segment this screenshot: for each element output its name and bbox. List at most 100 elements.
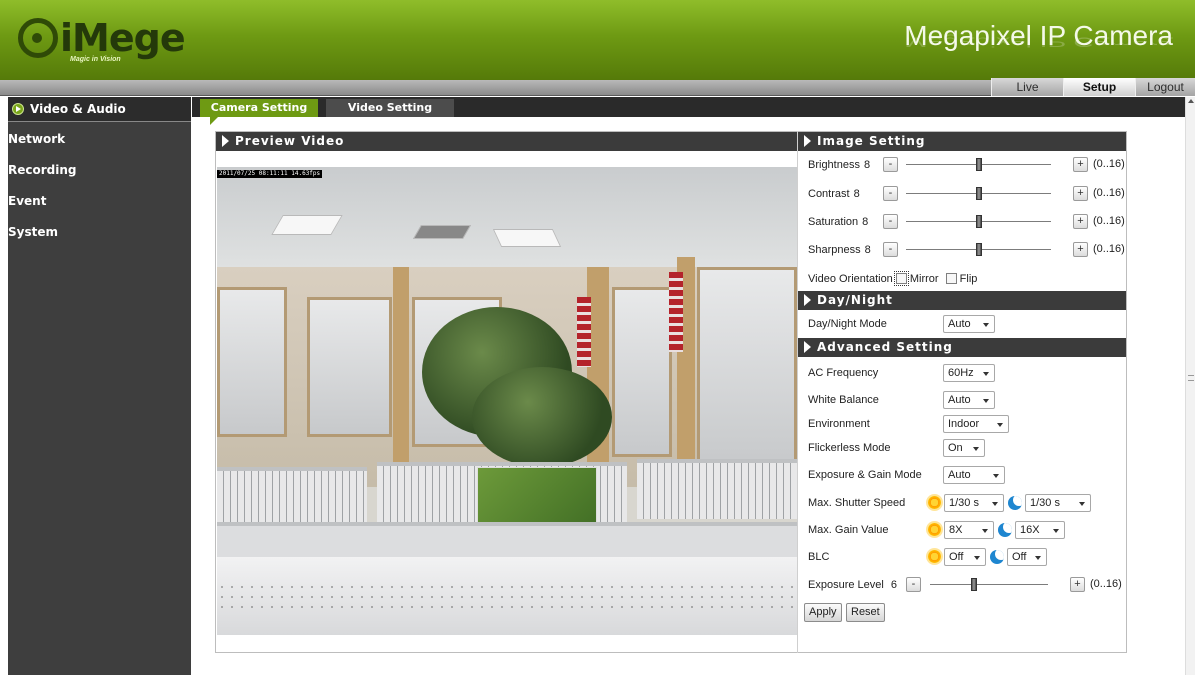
arrow-right-icon	[12, 103, 24, 115]
exposure-level-row: Exposure Level 6	[808, 576, 897, 594]
ac-frequency-select[interactable]: 60Hz	[943, 364, 995, 382]
video-ceiling-vent	[412, 225, 472, 239]
image-setting-header: Image Setting	[798, 132, 1126, 151]
video-lantern	[669, 272, 683, 352]
slider-plus-button[interactable]: +	[1073, 157, 1088, 172]
sidebar-item-network[interactable]: Network	[8, 126, 191, 157]
shutter-label: Max. Shutter Speed	[808, 497, 906, 509]
exposure-level-value: 6	[890, 579, 898, 591]
gain-night-select[interactable]: 16X	[1015, 521, 1065, 539]
vertical-scrollbar[interactable]	[1185, 97, 1195, 675]
slider-minus-button[interactable]: -	[883, 242, 898, 257]
slider-row-sharpness: Sharpness 8	[808, 241, 871, 259]
sidebar-item-recording[interactable]: Recording	[8, 157, 191, 188]
day-night-mode-select[interactable]: Auto	[943, 315, 995, 333]
flickerless-label: Flickerless Mode	[808, 442, 891, 454]
advanced-setting-header: Advanced Setting	[798, 338, 1126, 357]
flickerless-select[interactable]: On	[943, 439, 985, 457]
video-ceiling-light	[271, 215, 343, 235]
shutter-night-select[interactable]: 1/30 s	[1025, 494, 1091, 512]
shutter-day-select[interactable]: 1/30 s	[944, 494, 1004, 512]
brand-logo: iMege Magic in Vision	[18, 16, 186, 64]
slider-minus-button[interactable]: -	[883, 214, 898, 229]
video-desk	[217, 522, 797, 562]
video-partition-texture	[217, 582, 797, 612]
slider-thumb[interactable]	[975, 243, 982, 256]
video-window	[217, 287, 287, 437]
slider-range: (0..16)	[1093, 158, 1125, 170]
slider-row-brightness: Brightness 8	[808, 156, 870, 174]
exposure-slider-thumb[interactable]	[971, 578, 978, 591]
sidebar-item-label: System	[8, 225, 58, 239]
logo-text: iMege	[60, 16, 186, 60]
slider-plus-button[interactable]: +	[1073, 214, 1088, 229]
exposure-plus-button[interactable]: +	[1070, 577, 1085, 592]
nav-logout[interactable]: Logout	[1135, 78, 1195, 96]
moon-icon	[998, 523, 1012, 537]
arrow-right-icon	[222, 135, 229, 147]
product-title-reflection: Megapixel IP Camera	[904, 34, 1173, 51]
slider-row-contrast: Contrast 8	[808, 185, 860, 203]
reset-button[interactable]: Reset	[846, 603, 885, 622]
sidebar-item-label: Video & Audio	[30, 102, 126, 116]
video-window	[697, 267, 797, 467]
mirror-label: Mirror	[909, 273, 939, 285]
video-plant	[472, 367, 612, 467]
section-title: Day/Night	[817, 293, 893, 307]
preview-video-feed[interactable]: 2011/07/25 08:11:11 14.63fps	[217, 167, 797, 635]
sidebar-item-system[interactable]: System	[8, 219, 191, 250]
slider-minus-button[interactable]: -	[883, 186, 898, 201]
tab-video-setting[interactable]: Video Setting	[326, 99, 454, 117]
slider-label: Brightness	[808, 159, 860, 171]
flip-checkbox[interactable]	[945, 273, 957, 284]
ac-frequency-label: AC Frequency	[808, 367, 879, 379]
white-balance-select[interactable]: Auto	[943, 391, 995, 409]
slider-plus-button[interactable]: +	[1073, 242, 1088, 257]
nav-setup[interactable]: Setup	[1063, 78, 1135, 96]
video-timestamp: 2011/07/25 08:11:11 14.63fps	[217, 170, 323, 178]
video-lantern	[577, 297, 591, 367]
slider-thumb[interactable]	[975, 215, 982, 228]
scroll-grip[interactable]	[1188, 375, 1194, 381]
mirror-checkbox[interactable]	[893, 271, 909, 286]
slider-value: 8	[863, 159, 871, 171]
moon-icon	[1008, 496, 1022, 510]
slider-plus-button[interactable]: +	[1073, 186, 1088, 201]
blc-night-select[interactable]: Off	[1007, 548, 1047, 566]
flip-label: Flip	[959, 273, 978, 285]
slider-label: Saturation	[808, 216, 859, 228]
environment-label: Environment	[808, 418, 870, 430]
exposure-minus-button[interactable]: -	[906, 577, 921, 592]
arrow-right-icon	[804, 294, 811, 306]
sun-icon	[928, 496, 941, 509]
blc-label: BLC	[808, 551, 830, 563]
slider-thumb[interactable]	[975, 187, 982, 200]
video-window	[612, 287, 672, 457]
nav-live[interactable]: Live	[991, 78, 1063, 96]
slider-minus-button[interactable]: -	[883, 157, 898, 172]
apply-button[interactable]: Apply	[804, 603, 842, 622]
slider-thumb[interactable]	[975, 158, 982, 171]
exposure-gain-select[interactable]: Auto	[943, 466, 1005, 484]
scroll-up-icon[interactable]	[1188, 99, 1194, 103]
gain-label: Max. Gain Value	[808, 524, 889, 536]
section-title: Preview Video	[235, 134, 345, 148]
section-title: Image Setting	[817, 134, 926, 148]
video-ceiling-light	[492, 229, 562, 247]
orientation-label: Video Orientation	[808, 273, 893, 285]
video-orientation-row: Video Orientation Mirror Flip	[808, 270, 977, 288]
day-night-mode-label: Day/Night Mode	[808, 318, 887, 330]
sidebar-item-event[interactable]: Event	[8, 188, 191, 219]
exposure-gain-label: Exposure & Gain Mode	[808, 469, 922, 481]
sidebar-item-video-audio[interactable]: Video & Audio	[8, 97, 191, 122]
exposure-slider-track[interactable]	[930, 584, 1048, 585]
video-pillar	[393, 267, 409, 487]
sun-icon	[928, 523, 941, 536]
exposure-level-label: Exposure Level	[808, 579, 884, 591]
tab-camera-setting[interactable]: Camera Setting	[200, 99, 318, 125]
logo-tagline: Magic in Vision	[70, 56, 121, 63]
environment-select[interactable]: Indoor	[943, 415, 1009, 433]
gain-day-select[interactable]: 8X	[944, 521, 994, 539]
blc-day-select[interactable]: Off	[944, 548, 986, 566]
moon-icon	[990, 550, 1004, 564]
